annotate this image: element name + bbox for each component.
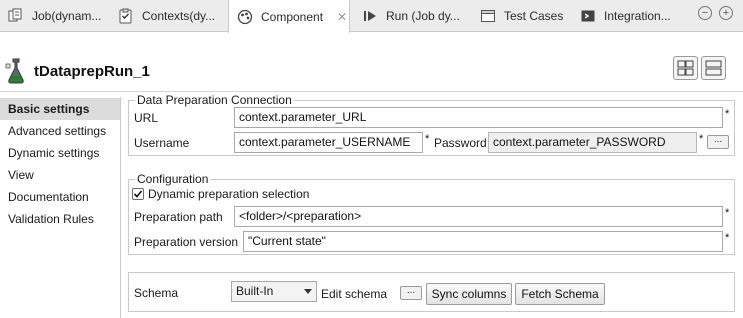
tab-label: Job(dynam... bbox=[32, 9, 102, 23]
header-separator bbox=[0, 91, 743, 92]
schema-type-select[interactable]: Built-In bbox=[231, 281, 317, 302]
tab-test-cases[interactable]: Test Cases bbox=[480, 0, 576, 32]
tab-label: Test Cases bbox=[504, 9, 564, 23]
required-marker: * bbox=[425, 133, 430, 145]
required-marker: * bbox=[725, 207, 730, 219]
nav-item-dynamic-settings[interactable]: Dynamic settings bbox=[0, 142, 120, 164]
tab-label: Integration... bbox=[604, 9, 671, 23]
maximize-icon[interactable]: + bbox=[719, 6, 733, 20]
nav-item-documentation[interactable]: Documentation bbox=[0, 186, 120, 208]
required-marker: * bbox=[699, 133, 704, 145]
test-cases-icon bbox=[480, 8, 496, 24]
tab-label: Contexts(dy... bbox=[142, 9, 216, 23]
integration-icon bbox=[580, 8, 596, 24]
password-field[interactable]: context.parameter_PASSWORD bbox=[488, 132, 697, 153]
tab-contexts[interactable]: Contexts(dy... bbox=[118, 0, 222, 32]
tab-label: Component bbox=[261, 9, 324, 24]
tab-component[interactable]: Component ✕ bbox=[228, 0, 350, 33]
password-label: Password bbox=[434, 136, 487, 150]
required-marker: * bbox=[725, 232, 730, 244]
nav-item-view[interactable]: View bbox=[0, 164, 120, 186]
nav-item-validation-rules[interactable]: Validation Rules bbox=[0, 208, 120, 230]
edit-schema-button[interactable]: ... bbox=[400, 286, 422, 300]
dataprep-component-icon bbox=[5, 58, 27, 84]
preparation-version-field[interactable]: "Current state" bbox=[243, 231, 723, 252]
tab-integration[interactable]: Integration... bbox=[580, 0, 692, 32]
dynamic-selection-label: Dynamic preparation selection bbox=[148, 187, 310, 201]
close-icon[interactable]: ✕ bbox=[337, 10, 347, 24]
settings-nav: Basic settings Advanced settings Dynamic… bbox=[0, 97, 121, 318]
url-label: URL bbox=[134, 111, 159, 125]
chevron-down-icon bbox=[304, 289, 312, 294]
preparation-path-label: Preparation path bbox=[134, 210, 223, 224]
fetch-schema-button[interactable]: Fetch Schema bbox=[515, 283, 605, 305]
username-label: Username bbox=[134, 136, 190, 150]
username-field[interactable]: context.parameter_USERNAME bbox=[234, 132, 423, 153]
connection-legend: Data Preparation Connection bbox=[135, 93, 294, 107]
url-field[interactable]: context.parameter_URL bbox=[234, 107, 723, 128]
table-view-button[interactable] bbox=[673, 56, 698, 80]
nav-item-basic-settings[interactable]: Basic settings bbox=[0, 98, 120, 120]
edit-schema-label: Edit schema bbox=[321, 287, 388, 301]
configuration-legend: Configuration bbox=[135, 172, 211, 186]
nav-item-advanced-settings[interactable]: Advanced settings bbox=[0, 120, 120, 142]
view-tab-bar: Job(dynam... Contexts(dy... Component ✕ … bbox=[0, 0, 743, 33]
minimize-icon[interactable]: − bbox=[698, 6, 712, 20]
password-browse-button[interactable]: ... bbox=[707, 135, 729, 149]
tab-job[interactable]: Job(dynam... bbox=[8, 0, 112, 32]
contexts-icon bbox=[118, 8, 134, 24]
component-title: tDataprepRun_1 bbox=[34, 63, 150, 80]
form-view-button[interactable] bbox=[701, 56, 726, 80]
preparation-path-field[interactable]: <folder>/<preparation> bbox=[234, 206, 723, 227]
tab-run[interactable]: Run (Job dy... bbox=[362, 0, 474, 32]
sync-columns-button[interactable]: Sync columns bbox=[426, 283, 512, 305]
dynamic-selection-checkbox[interactable] bbox=[132, 188, 144, 200]
component-icon bbox=[237, 9, 253, 25]
schema-label: Schema bbox=[134, 286, 179, 300]
run-icon bbox=[362, 8, 378, 24]
job-icon bbox=[8, 8, 24, 24]
preparation-version-label: Preparation version bbox=[134, 235, 239, 249]
required-marker: * bbox=[725, 108, 730, 120]
tab-label: Run (Job dy... bbox=[386, 9, 460, 23]
schema-type-value: Built-In bbox=[236, 284, 274, 298]
